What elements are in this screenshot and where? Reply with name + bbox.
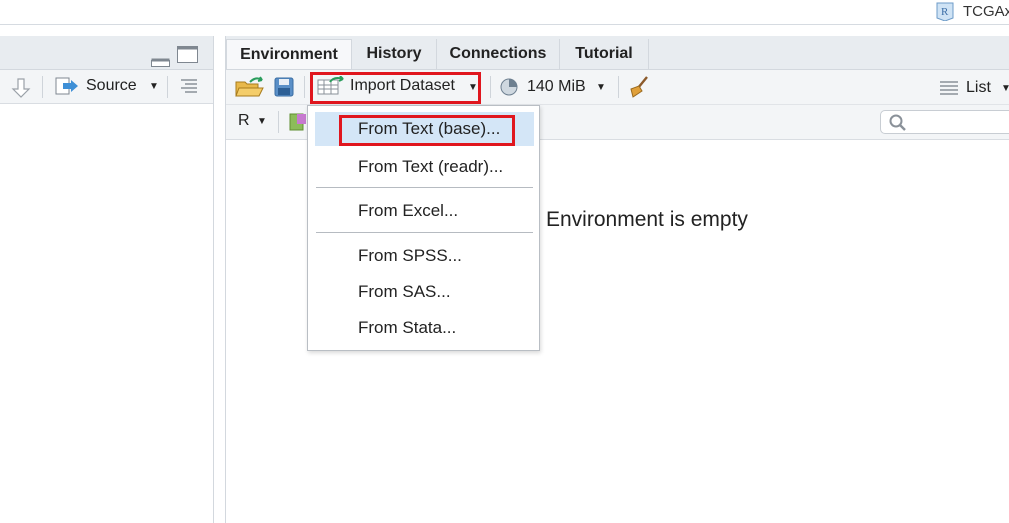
view-mode-chevron-icon[interactable]: ▼ [1001, 83, 1009, 94]
align-lines-icon[interactable] [179, 78, 199, 94]
toolbar-separator [490, 76, 491, 98]
view-mode-label[interactable]: List [966, 77, 991, 99]
menu-separator [316, 232, 533, 233]
arrow-down-icon[interactable] [11, 77, 31, 99]
toolbar-separator [304, 76, 305, 98]
menu-separator [316, 187, 533, 188]
search-input[interactable] [911, 113, 1009, 133]
top-bar: R TCGAx [0, 0, 1009, 25]
project-name[interactable]: TCGAx [963, 3, 1009, 20]
memory-usage-label[interactable]: 140 MiB [527, 76, 586, 98]
menu-item-from-excel[interactable]: From Excel... [315, 194, 534, 228]
source-pane: Source ▼ [0, 36, 214, 523]
svg-text:R: R [941, 6, 949, 18]
toolbar-separator [618, 76, 619, 98]
memory-chevron-icon[interactable]: ▼ [596, 82, 606, 93]
tab-connections[interactable]: Connections [437, 39, 560, 69]
import-dataset-highlight [310, 72, 481, 104]
toolbar-separator [42, 76, 43, 98]
search-icon [889, 114, 907, 137]
memory-pie-icon[interactable] [500, 78, 518, 96]
menu-item-from-text-readr[interactable]: From Text (readr)... [315, 150, 534, 184]
menu-item-from-spss[interactable]: From SPSS... [315, 239, 534, 273]
environment-empty-message: Environment is empty [546, 208, 748, 231]
list-view-icon[interactable] [939, 80, 959, 96]
toolbar-separator [167, 76, 168, 98]
source-icon [54, 76, 80, 96]
source-label: Source [86, 77, 137, 94]
import-dataset-menu: From Text (base)... From Text (readr)...… [307, 105, 540, 351]
menu-item-from-sas[interactable]: From SAS... [315, 275, 534, 309]
environment-toolbar: Import Dataset ▼ 140 MiB ▼ List ▼ [226, 70, 1009, 105]
search-box[interactable] [880, 110, 1009, 134]
global-environment-icon[interactable] [289, 112, 307, 132]
environment-tabbar: Environment History Connections Tutorial [226, 36, 1009, 70]
tab-environment[interactable]: Environment [226, 39, 352, 69]
language-chevron-icon[interactable]: ▼ [257, 116, 267, 127]
source-toolbar: Source ▼ [0, 70, 213, 104]
source-button[interactable]: Source [54, 75, 137, 97]
broom-icon[interactable] [627, 75, 651, 99]
language-selector[interactable]: R [238, 110, 250, 132]
chevron-down-icon[interactable]: ▼ [149, 81, 159, 92]
tab-tutorial[interactable]: Tutorial [560, 39, 649, 69]
source-pane-header [0, 36, 213, 70]
toolbar-separator [278, 111, 279, 133]
save-icon[interactable] [274, 77, 294, 97]
tab-history[interactable]: History [352, 39, 437, 69]
open-folder-icon[interactable] [234, 76, 266, 98]
from-text-base-highlight [339, 115, 515, 146]
r-project-icon[interactable]: R [934, 1, 956, 22]
maximize-icon[interactable] [177, 46, 199, 64]
menu-item-from-stata[interactable]: From Stata... [315, 311, 534, 345]
minimize-icon[interactable] [151, 54, 171, 67]
